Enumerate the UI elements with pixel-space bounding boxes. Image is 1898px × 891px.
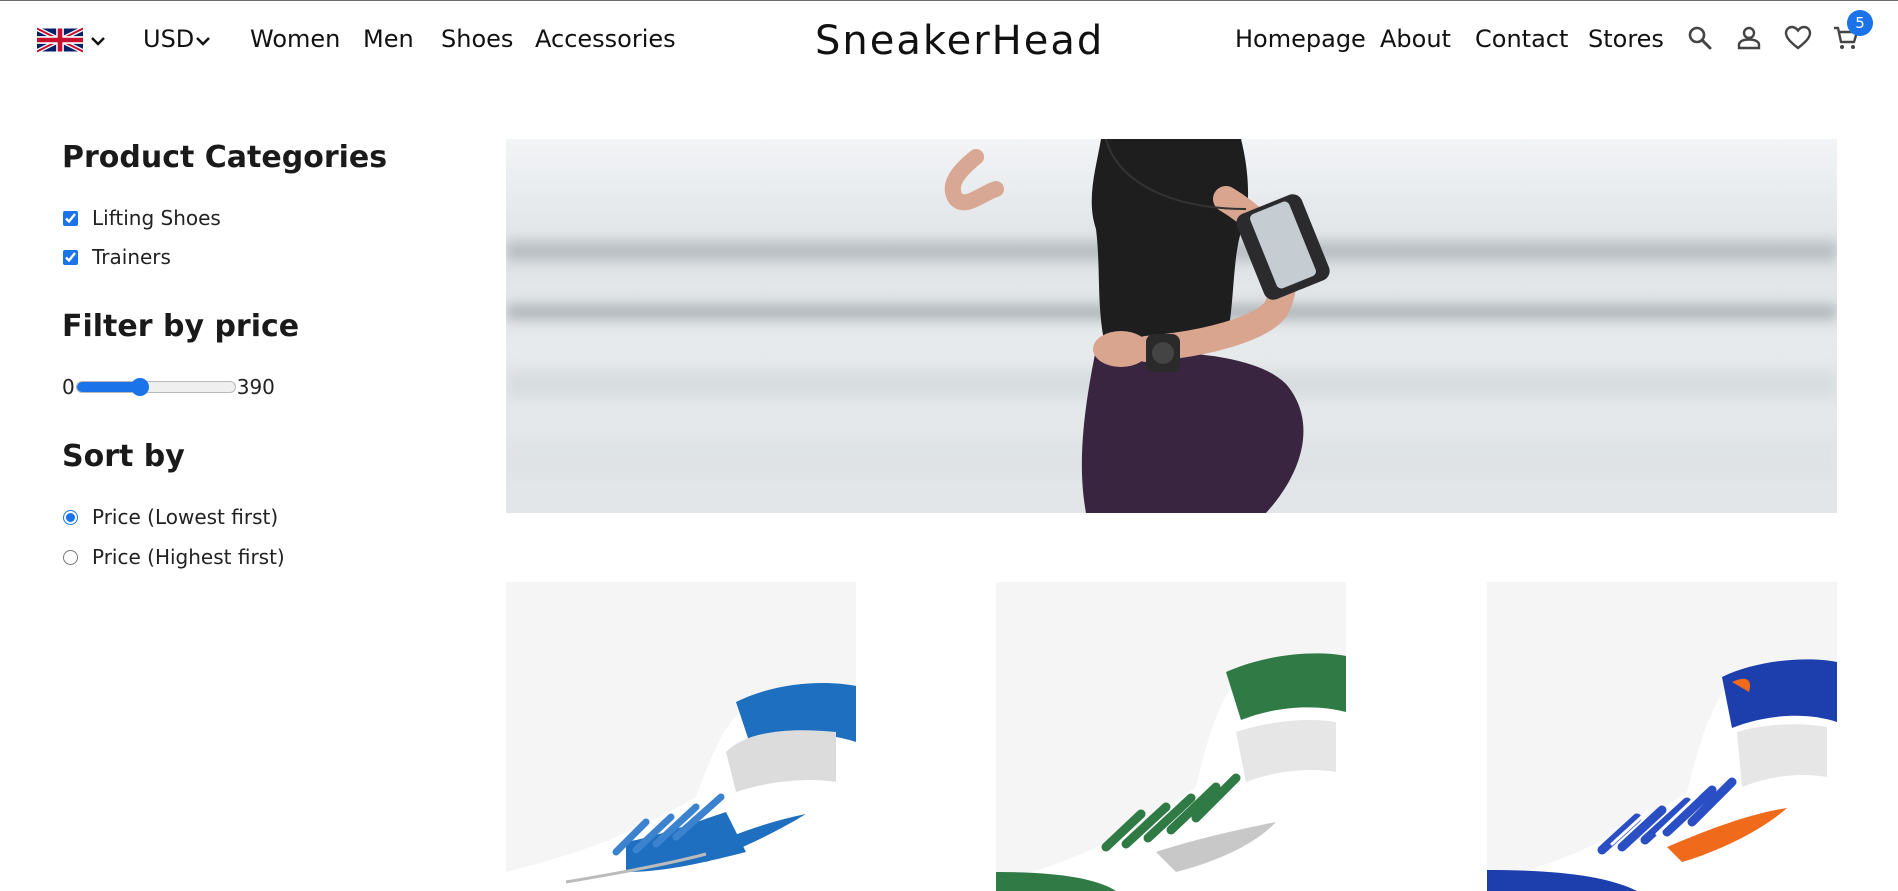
product-card-royal-blue[interactable] (1487, 582, 1837, 891)
category-label: Trainers (92, 245, 171, 269)
nav-shoes[interactable]: Shoes (441, 25, 513, 53)
category-checkbox[interactable] (63, 249, 78, 265)
product-card-blue[interactable] (506, 582, 856, 891)
sort-radio[interactable] (63, 509, 78, 525)
category-trainers[interactable]: Trainers (62, 244, 171, 270)
category-lifting-shoes[interactable]: Lifting Shoes (62, 205, 221, 231)
user-icon[interactable] (1734, 23, 1764, 53)
product-image (996, 582, 1346, 891)
site-header: USD Women Men Shoes Accessories SneakerH… (0, 1, 1898, 77)
hero-banner-image (506, 139, 1837, 513)
nav-homepage[interactable]: Homepage (1235, 25, 1366, 53)
nav-about[interactable]: About (1380, 25, 1451, 53)
uk-flag-icon[interactable] (35, 25, 85, 55)
brand-logo[interactable]: SneakerHead (815, 18, 1104, 64)
price-max-label: 390 (236, 375, 275, 399)
sort-label: Price (Lowest first) (92, 505, 279, 529)
nav-stores[interactable]: Stores (1588, 25, 1664, 53)
heart-icon[interactable] (1783, 23, 1813, 53)
search-icon[interactable] (1685, 23, 1715, 53)
product-card-green[interactable] (996, 582, 1346, 891)
price-slider-track (75, 381, 236, 393)
price-min-label: 0 (62, 375, 75, 399)
currency-selector[interactable]: USD (143, 25, 194, 53)
price-filter-title: Filter by price (62, 309, 300, 344)
cart-count-badge: 5 (1847, 10, 1873, 36)
nav-accessories[interactable]: Accessories (535, 25, 676, 53)
sort-label: Price (Highest first) (92, 545, 285, 569)
price-slider[interactable] (75, 374, 236, 400)
product-image (506, 582, 856, 891)
sort-option-highest[interactable]: Price (Highest first) (62, 544, 285, 570)
price-slider-thumb[interactable] (130, 378, 149, 396)
chevron-down-icon[interactable] (89, 32, 107, 50)
categories-title: Product Categories (62, 140, 388, 175)
category-checkbox[interactable] (63, 210, 78, 226)
price-range-row: 0 390 (62, 374, 275, 400)
sort-radio[interactable] (63, 549, 78, 565)
sort-option-lowest[interactable]: Price (Lowest first) (62, 504, 278, 530)
chevron-down-icon[interactable] (194, 32, 212, 50)
nav-men[interactable]: Men (363, 25, 414, 53)
nav-women[interactable]: Women (250, 25, 340, 53)
product-image (1487, 582, 1837, 891)
category-label: Lifting Shoes (92, 206, 221, 230)
sort-title: Sort by (62, 439, 185, 474)
nav-contact[interactable]: Contact (1475, 25, 1568, 53)
